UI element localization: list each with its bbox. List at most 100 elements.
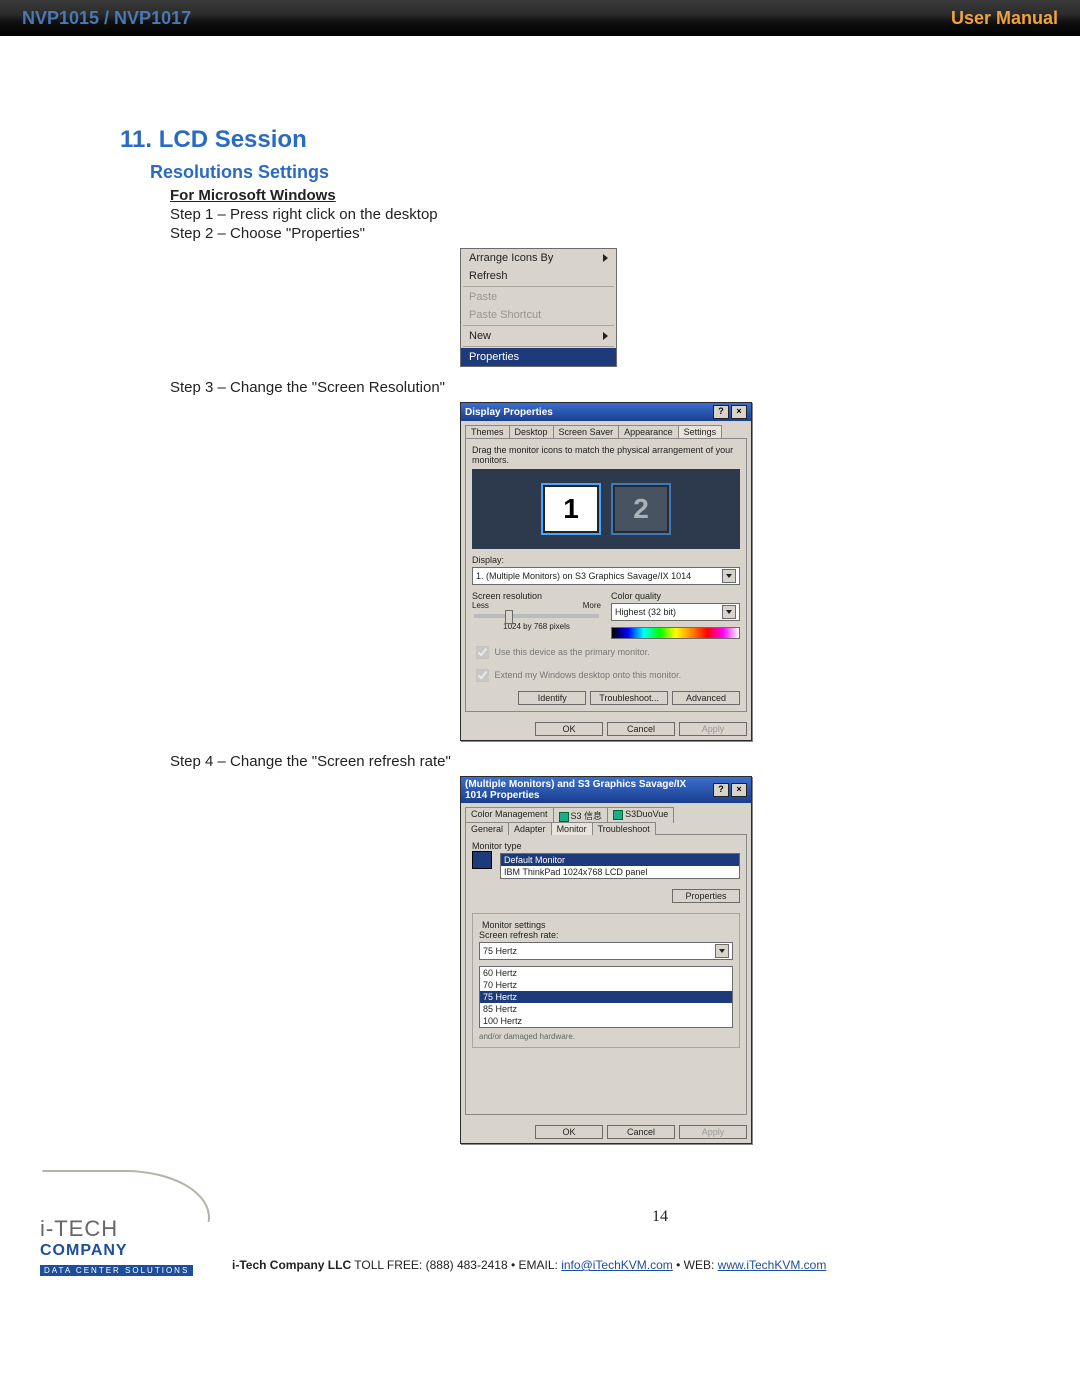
- settings-pane: Drag the monitor icons to match the phys…: [465, 438, 747, 712]
- footer-web-link[interactable]: www.iTechKVM.com: [718, 1258, 827, 1272]
- ok-button[interactable]: OK: [535, 722, 603, 736]
- submenu-arrow-icon: [603, 332, 608, 340]
- list-item[interactable]: 60 Hertz: [480, 967, 732, 979]
- apply-button[interactable]: Apply: [679, 1125, 747, 1139]
- advanced-button[interactable]: Advanced: [672, 691, 740, 705]
- monitor-1-icon[interactable]: 1: [541, 483, 601, 535]
- ctx-new[interactable]: New: [461, 327, 616, 345]
- ctx-refresh-label: Refresh: [469, 270, 508, 282]
- cancel-button[interactable]: Cancel: [607, 1125, 675, 1139]
- tab-desktop[interactable]: Desktop: [509, 425, 554, 438]
- tab-settings[interactable]: Settings: [678, 425, 723, 438]
- window-titlebar[interactable]: Display Properties ? ×: [461, 403, 751, 421]
- tabs-row: Color Management S3 信息 S3DuoVue General …: [461, 803, 751, 834]
- monitor-icon: [472, 851, 492, 869]
- monitor-arrangement[interactable]: 1 2: [472, 469, 740, 549]
- display-dropdown[interactable]: 1. (Multiple Monitors) on S3 Graphics Sa…: [472, 567, 740, 585]
- tab-color-management[interactable]: Color Management: [465, 807, 554, 823]
- list-item[interactable]: Default Monitor: [501, 854, 739, 866]
- monitor-settings-legend: Monitor settings: [479, 920, 549, 930]
- ctx-properties[interactable]: Properties: [461, 348, 616, 366]
- footer-web-sep: • WEB:: [673, 1258, 718, 1272]
- tabs-row: Themes Desktop Screen Saver Appearance S…: [461, 421, 751, 438]
- list-item[interactable]: IBM ThinkPad 1024x768 LCD panel: [501, 866, 739, 878]
- tab-adapter[interactable]: Adapter: [508, 822, 552, 835]
- checkbox-icon: [476, 669, 489, 682]
- colorquality-label: Color quality: [611, 591, 740, 601]
- ctx-arrange-label: Arrange Icons By: [469, 252, 553, 264]
- tab-appearance[interactable]: Appearance: [618, 425, 679, 438]
- troubleshoot-button[interactable]: Troubleshoot...: [590, 691, 668, 705]
- help-button[interactable]: ?: [713, 783, 729, 797]
- company-logo: i-TECH COMPANY DATA CENTER SOLUTIONS: [40, 1170, 212, 1278]
- logo-line2: COMPANY: [40, 1242, 212, 1260]
- ctx-separator: [463, 325, 614, 326]
- help-button[interactable]: ?: [713, 405, 729, 419]
- submenu-arrow-icon: [603, 254, 608, 262]
- step-4: Step 4 – Change the "Screen refresh rate…: [170, 753, 960, 770]
- colorquality-dropdown[interactable]: Highest (32 bit): [611, 603, 740, 621]
- subsection-title: Resolutions Settings: [150, 162, 960, 183]
- monitor-pane: Monitor type Default Monitor IBM ThinkPa…: [465, 834, 747, 1115]
- dropdown-arrow-icon: [722, 605, 736, 619]
- footer-company: i-Tech Company LLC: [232, 1258, 351, 1272]
- page-footer: i-TECH COMPANY DATA CENTER SOLUTIONS i-T…: [0, 1170, 1080, 1278]
- ctx-separator: [463, 286, 614, 287]
- close-button[interactable]: ×: [731, 405, 747, 419]
- tab-general[interactable]: General: [465, 822, 509, 835]
- slider-less: Less: [472, 601, 489, 610]
- tab-themes[interactable]: Themes: [465, 425, 510, 438]
- list-item[interactable]: 100 Hertz: [480, 1015, 732, 1027]
- logo-swoosh-icon: [38, 1170, 215, 1222]
- resolution-slider[interactable]: [474, 614, 599, 618]
- monitor-settings-group: Monitor settings Screen refresh rate: 75…: [472, 913, 740, 1048]
- resolution-value: 1024 by 768 pixels: [472, 622, 601, 631]
- step-1: Step 1 – Press right click on the deskto…: [170, 206, 960, 223]
- slider-thumb[interactable]: [505, 610, 513, 624]
- window-title: (Multiple Monitors) and S3 Graphics Sava…: [465, 779, 711, 801]
- dropdown-arrow-icon: [715, 944, 729, 958]
- ok-button[interactable]: OK: [535, 1125, 603, 1139]
- ctx-refresh[interactable]: Refresh: [461, 267, 616, 285]
- step-2: Step 2 – Choose "Properties": [170, 225, 960, 242]
- monitor-2-icon[interactable]: 2: [611, 483, 671, 535]
- footer-email-link[interactable]: info@iTechKVM.com: [561, 1258, 673, 1272]
- list-item[interactable]: 70 Hertz: [480, 979, 732, 991]
- s3-icon: [559, 812, 569, 822]
- context-menu: Arrange Icons By Refresh Paste Paste Sho…: [460, 248, 617, 367]
- window-title: Display Properties: [465, 407, 553, 418]
- refresh-rate-list[interactable]: 60 Hertz 70 Hertz 75 Hertz 85 Hertz 100 …: [479, 966, 733, 1028]
- list-item[interactable]: 85 Hertz: [480, 1003, 732, 1015]
- tab-s3-duovue[interactable]: S3DuoVue: [607, 807, 674, 823]
- monitor-type-list[interactable]: Default Monitor IBM ThinkPad 1024x768 LC…: [500, 853, 740, 879]
- list-item[interactable]: 75 Hertz: [480, 991, 732, 1003]
- window-titlebar[interactable]: (Multiple Monitors) and S3 Graphics Sava…: [461, 777, 751, 803]
- close-button[interactable]: ×: [731, 783, 747, 797]
- tab-troubleshoot[interactable]: Troubleshoot: [592, 822, 656, 835]
- colorquality-value: Highest (32 bit): [615, 607, 676, 617]
- tab-monitor[interactable]: Monitor: [551, 822, 593, 835]
- refresh-rate-value: 75 Hertz: [483, 946, 517, 956]
- resolution-label: Screen resolution: [472, 591, 601, 601]
- tab-s3-info[interactable]: S3 信息: [553, 807, 609, 823]
- identify-button[interactable]: Identify: [518, 691, 586, 705]
- ctx-paste-label: Paste: [469, 291, 497, 303]
- tab-screensaver[interactable]: Screen Saver: [553, 425, 620, 438]
- refresh-note: and/or damaged hardware.: [479, 1032, 733, 1041]
- display-label: Display:: [472, 555, 740, 565]
- cancel-button[interactable]: Cancel: [607, 722, 675, 736]
- apply-button[interactable]: Apply: [679, 722, 747, 736]
- properties-button[interactable]: Properties: [672, 889, 740, 903]
- ctx-arrange-icons[interactable]: Arrange Icons By: [461, 249, 616, 267]
- display-properties-window: Display Properties ? × Themes Desktop Sc…: [460, 402, 752, 741]
- refresh-rate-dropdown[interactable]: 75 Hertz: [479, 942, 733, 960]
- footer-toll: TOLL FREE: (888) 483-2418 • EMAIL:: [351, 1258, 561, 1272]
- footer-text: i-Tech Company LLC TOLL FREE: (888) 483-…: [212, 1258, 1040, 1278]
- dropdown-arrow-icon: [722, 569, 736, 583]
- header-product: NVP1015 / NVP1017: [22, 8, 191, 29]
- ctx-paste-shortcut-label: Paste Shortcut: [469, 309, 541, 321]
- ctx-paste: Paste: [461, 288, 616, 306]
- s3-icon: [613, 810, 623, 820]
- drag-hint: Drag the monitor icons to match the phys…: [472, 445, 740, 465]
- section-title: 11. LCD Session: [120, 126, 960, 154]
